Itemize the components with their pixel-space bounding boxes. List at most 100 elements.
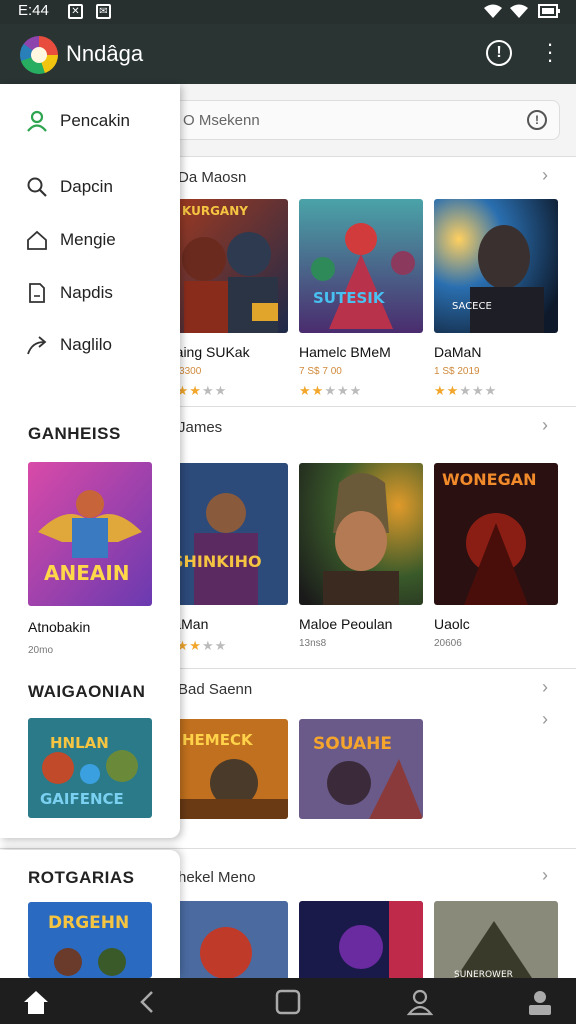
game-thumbnail[interactable] (299, 901, 423, 981)
game-thumbnail[interactable]: DRGEHN (28, 902, 152, 978)
drawer-item-dapcin[interactable]: Dapcin (26, 174, 176, 204)
profile-icon[interactable] (406, 988, 434, 1016)
art-text: ANEAIN (44, 561, 130, 585)
drawer-item-napdis[interactable]: Napdis (26, 280, 176, 310)
game-name: Atnobakin (28, 619, 91, 635)
more-options-button[interactable]: · · · (540, 33, 560, 71)
game-card[interactable]: SOUAHE (299, 719, 423, 824)
drawer-section-title: GANHEISS (28, 424, 121, 443)
art-text: SHINKIHO (172, 552, 262, 571)
game-card[interactable]: KURGANY Maing SUKak S$ 3300 ★★★★★ (164, 199, 288, 399)
rating-stars: ★★★★★ (299, 383, 363, 398)
home-icon (27, 230, 47, 250)
account-icon[interactable] (526, 988, 554, 1016)
drawer-game-card[interactable]: HNLAN GAIFENCE (28, 718, 152, 823)
chevron-right-icon[interactable]: › (542, 677, 548, 698)
search-placeholder: O Msekenn (183, 112, 260, 129)
art-text: KURGANY (182, 204, 248, 218)
navigation-drawer: Pencakin Dapcin Mengie Napdis Naglilo GA… (0, 84, 180, 838)
signal-icon (510, 4, 528, 18)
drawer-item-label: Pencakin (60, 111, 130, 130)
bottom-navigation (0, 978, 576, 1024)
game-thumbnail[interactable]: WONEGAN (434, 463, 558, 605)
overview-icon[interactable] (274, 988, 302, 1016)
game-thumbnail[interactable] (164, 901, 288, 981)
chevron-right-icon[interactable]: › (542, 865, 548, 886)
home-icon[interactable] (22, 988, 50, 1016)
drawer-lower-panel: ROTGARIAS DRGEHN (0, 850, 180, 978)
game-price: 1 S$ 2019 (434, 366, 480, 377)
drawer-item-label: Dapcin (60, 177, 113, 196)
game-card[interactable]: Maloe Peoulan 13ns8 (299, 463, 423, 649)
art-text: GAIFENCE (40, 790, 124, 808)
game-name: DaMaN (434, 344, 482, 360)
search-icon (27, 177, 47, 197)
status-bar: E:44 ✕ ✉ (0, 0, 576, 24)
notification-x-icon: ✕ (68, 4, 83, 19)
app-logo-icon[interactable] (20, 36, 58, 74)
game-thumbnail[interactable]: ANEAIN (28, 462, 152, 606)
section-title[interactable]: Da Maosn (178, 169, 246, 186)
section-title[interactable]: Bad Saenn (178, 681, 252, 698)
section-title[interactable]: James (178, 419, 222, 436)
drawer-item-mengie[interactable]: Mengie (26, 227, 176, 257)
game-thumbnail[interactable]: SACECE (434, 199, 558, 333)
game-thumbnail[interactable]: HNLAN GAIFENCE (28, 718, 152, 818)
game-thumbnail[interactable]: SOUAHE (299, 719, 423, 819)
info-circle-icon[interactable]: ! (527, 110, 547, 130)
drawer-item-label: Mengie (60, 230, 116, 249)
search-bar[interactable]: O Msekenn ! (168, 100, 560, 140)
game-price: S$ 3300 (164, 366, 202, 377)
game-thumbnail[interactable] (299, 463, 423, 605)
game-name: Maloe Peoulan (299, 616, 393, 632)
game-card[interactable]: WONEGAN Uaolc 20606 (434, 463, 558, 649)
game-meta: 20606 (434, 638, 462, 649)
drawer-item-label: Naglilo (60, 335, 112, 354)
chevron-right-icon[interactable]: › (542, 165, 548, 186)
game-price: 7 S$ 7 00 (299, 366, 342, 377)
game-thumbnail[interactable]: HEMECK (164, 719, 288, 819)
drawer-section-title: ROTGARIAS (28, 868, 135, 887)
chevron-right-icon[interactable]: › (542, 415, 548, 436)
battery-icon (538, 4, 560, 18)
game-thumbnail[interactable]: KURGANY (164, 199, 288, 333)
back-icon[interactable] (134, 988, 162, 1016)
rating-stars: ★★★★★ (434, 383, 498, 398)
game-card[interactable] (164, 901, 288, 986)
art-text: HEMECK (182, 731, 254, 749)
game-card[interactable]: SUTESIK Hamelc BMeM 7 S$ 7 00 ★★★★★ (299, 199, 423, 399)
notification-mail-icon: ✉ (96, 4, 111, 19)
app-bar: Nndâga ! · · · (0, 24, 576, 84)
game-card[interactable]: SUNEROWER (434, 901, 558, 986)
game-card[interactable]: SACECE DaMaN 1 S$ 2019 ★★★★★ (434, 199, 558, 399)
drawer-game-card[interactable]: DRGEHN (28, 902, 152, 983)
rating-stars: ★★★★★ (164, 383, 228, 398)
drawer-item-label: Napdis (60, 283, 113, 302)
rating-stars: ★★★★★ (164, 638, 228, 653)
game-name: KaMan (164, 616, 209, 632)
drawer-section-title: WAIGAONIAN (28, 682, 146, 701)
wifi-icon (484, 4, 502, 18)
user-icon (27, 110, 47, 132)
game-card[interactable]: SHINKIHO KaMan ★★★★★ (164, 463, 288, 654)
app-title: Nndâga (66, 41, 144, 66)
game-card[interactable]: HEMECK (164, 719, 288, 824)
document-icon (29, 283, 45, 303)
game-thumbnail[interactable]: SUTESIK (299, 199, 423, 333)
chevron-right-icon[interactable]: › (542, 709, 548, 730)
art-text: SUTESIK (313, 289, 386, 307)
section-title[interactable]: hekel Meno (178, 869, 256, 886)
art-text: DRGEHN (48, 913, 129, 933)
game-name: Maing SUKak (164, 344, 250, 360)
game-name: Uaolc (434, 616, 470, 632)
game-card[interactable] (299, 901, 423, 986)
drawer-item-naglilo[interactable]: Naglilo (26, 332, 176, 362)
info-button[interactable]: ! (486, 40, 512, 66)
drawer-item-pencakin[interactable]: Pencakin (26, 108, 176, 138)
art-text: SOUAHE (313, 734, 392, 754)
game-thumbnail[interactable]: SUNEROWER (434, 901, 558, 981)
game-thumbnail[interactable]: SHINKIHO (164, 463, 288, 605)
art-text: WONEGAN (442, 470, 536, 489)
game-meta: 13ns8 (299, 638, 327, 649)
drawer-game-card[interactable]: ANEAIN Atnobakin 20mo (28, 462, 152, 656)
